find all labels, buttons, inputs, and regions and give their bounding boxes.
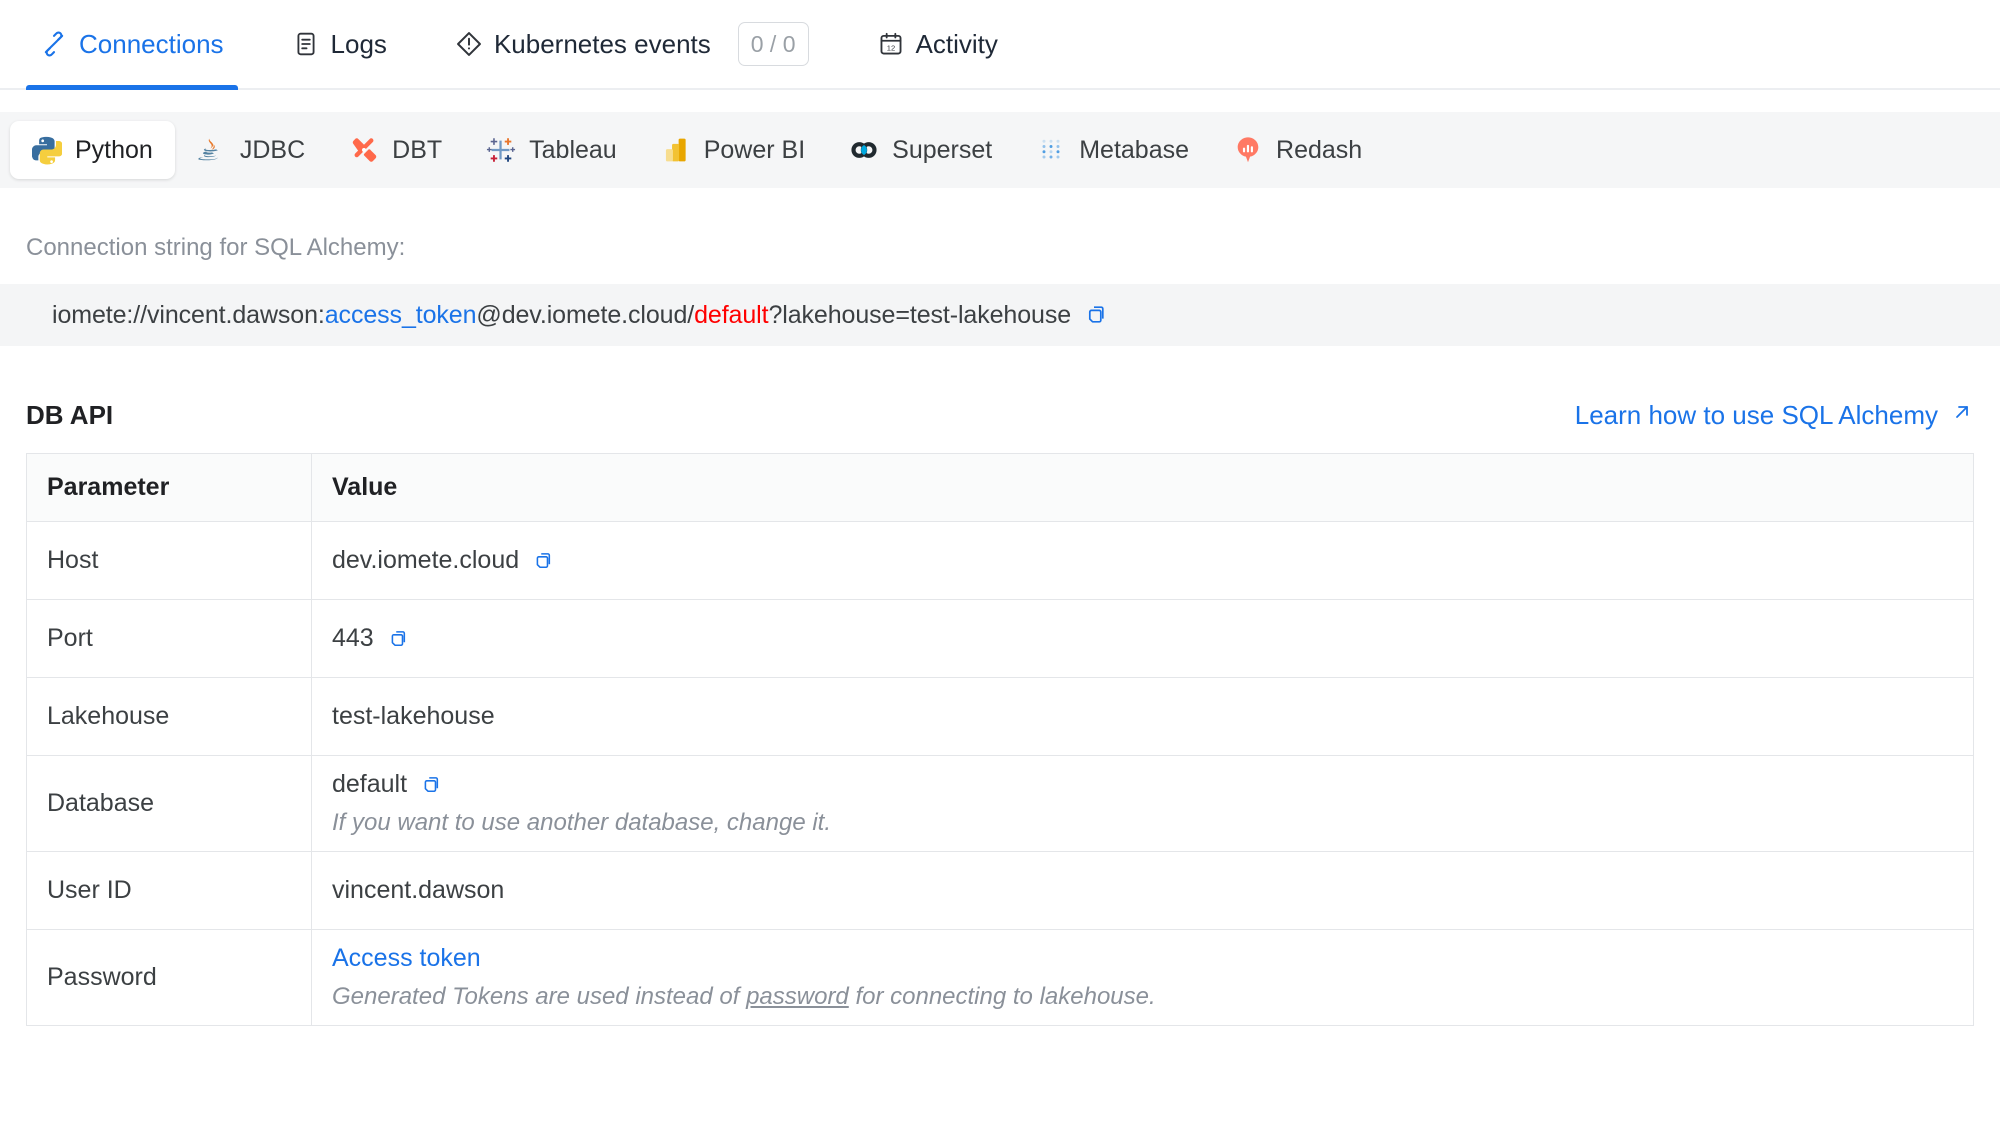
tab-logs-label: Logs [330,28,387,59]
table-body: Host dev.iomete.cloud Port 443 Lakehouse… [26,521,1974,1026]
tool-tab-power-bi-label: Power BI [703,135,806,164]
table-row: Host dev.iomete.cloud [26,521,1974,600]
db-api-title: DB API [26,400,114,430]
tool-tab-python[interactable]: Python [10,121,175,179]
password-hint-pre: Generated Tokens are used instead of [332,983,747,1010]
row-label-host: Host [26,521,312,600]
tool-tab-tableau[interactable]: Tableau [464,121,639,179]
python-icon [32,135,62,165]
connections-icon [40,30,68,58]
copy-icon[interactable] [388,628,410,650]
main-tab-bar: Connections Logs Kubernetes events 0 / 0 [0,0,2000,90]
tool-tab-metabase-label: Metabase [1079,135,1190,164]
row-value-port: 443 [311,599,1974,678]
tool-tab-redash[interactable]: Redash [1211,121,1384,179]
dbt-icon [349,135,379,165]
port-value: 443 [332,624,374,652]
column-header-parameter: Parameter [26,453,312,522]
kubernetes-events-count-badge: 0 / 0 [737,22,809,66]
tab-activity-label: Activity [915,28,998,59]
tableau-icon [486,135,516,165]
row-label-lakehouse: Lakehouse [26,677,312,756]
learn-sql-alchemy-link-label: Learn how to use SQL Alchemy [1574,400,1938,430]
table-row: Database default If you want to use anot… [26,755,1974,852]
copy-icon[interactable] [533,550,555,572]
row-label-port: Port [26,599,312,678]
tab-logs[interactable]: Logs [278,0,401,88]
learn-sql-alchemy-link[interactable]: Learn how to use SQL Alchemy [1575,400,1974,431]
table-row: Lakehouse test-lakehouse [26,677,1974,756]
metabase-icon [1036,135,1066,165]
tool-tab-superset[interactable]: Superset [827,121,1014,179]
row-value-password: Access token Generated Tokens are used i… [311,929,1974,1026]
tool-tab-python-label: Python [75,135,153,164]
external-link-arrow-icon [1950,400,1974,431]
copy-icon[interactable] [421,774,443,796]
row-value-lakehouse: test-lakehouse [311,677,1974,756]
tab-kubernetes-events[interactable]: Kubernetes events 0 / 0 [441,0,823,88]
tab-kubernetes-events-label: Kubernetes events [493,28,711,59]
connection-string-suffix: ?lakehouse=test-lakehouse [768,300,1072,329]
column-header-value: Value [311,453,1974,522]
row-value-host: dev.iomete.cloud [311,521,1974,600]
connection-string-middle: @dev.iomete.cloud/ [476,300,695,329]
row-label-database: Database [26,755,312,852]
db-api-parameters-table: Parameter Value Host dev.iomete.cloud Po… [26,453,1974,1026]
tab-connections-label: Connections [79,28,224,59]
tab-connections[interactable]: Connections [26,0,238,90]
password-hint-post: for connecting to lakehouse. [848,983,1156,1010]
db-api-section-header: DB API Learn how to use SQL Alchemy [0,346,2000,431]
connection-string-database: default [694,300,769,329]
row-label-password: Password [26,929,312,1026]
tool-tab-dbt-label: DBT [392,135,443,164]
tab-activity[interactable]: 12 Activity [863,0,1012,88]
connection-tool-tabs: Python JDBC DBT Tableau Power BI Superse… [0,112,2000,188]
warning-diamond-icon [455,30,483,58]
tool-tab-tableau-label: Tableau [529,135,617,164]
database-hint: If you want to use another database, cha… [332,809,832,836]
connection-string-access-token: access_token [324,300,477,329]
powerbi-icon [661,135,691,165]
password-hint-underlined: password [746,983,849,1010]
access-token-link[interactable]: Access token [332,944,481,972]
svg-text:12: 12 [886,44,894,53]
tool-tab-superset-label: Superset [892,135,993,164]
logs-icon [292,30,320,58]
table-row: User ID vincent.dawson [26,851,1974,930]
table-row: Port 443 [26,599,1974,678]
tool-tab-metabase[interactable]: Metabase [1014,121,1211,179]
database-value: default [332,770,408,798]
tool-tab-jdbc-label: JDBC [239,135,306,164]
table-header-row: Parameter Value [26,453,1974,522]
superset-icon [849,135,879,165]
copy-icon[interactable] [1085,303,1109,327]
java-icon [197,135,227,165]
tool-tab-power-bi[interactable]: Power BI [639,121,827,179]
tool-tab-redash-label: Redash [1276,135,1363,164]
row-value-database: default If you want to use another datab… [311,755,1974,852]
connection-string-box: iomete://vincent.dawson: access_token @dev… [0,284,2000,346]
row-value-user-id: vincent.dawson [311,851,1974,930]
calendar-icon: 12 [877,30,905,58]
connection-string-prefix: iomete://vincent.dawson: [52,300,325,329]
host-value: dev.iomete.cloud [332,546,520,574]
table-row: Password Access token Generated Tokens a… [26,929,1974,1026]
tool-tab-dbt[interactable]: DBT [327,121,464,179]
tool-tab-jdbc[interactable]: JDBC [175,121,327,179]
connection-string-label: Connection string for SQL Alchemy: [26,234,406,261]
password-hint: Generated Tokens are used instead of pas… [332,983,1953,1011]
row-label-user-id: User ID [26,851,312,930]
table-header: Parameter Value [26,453,1974,522]
redash-icon [1233,135,1263,165]
